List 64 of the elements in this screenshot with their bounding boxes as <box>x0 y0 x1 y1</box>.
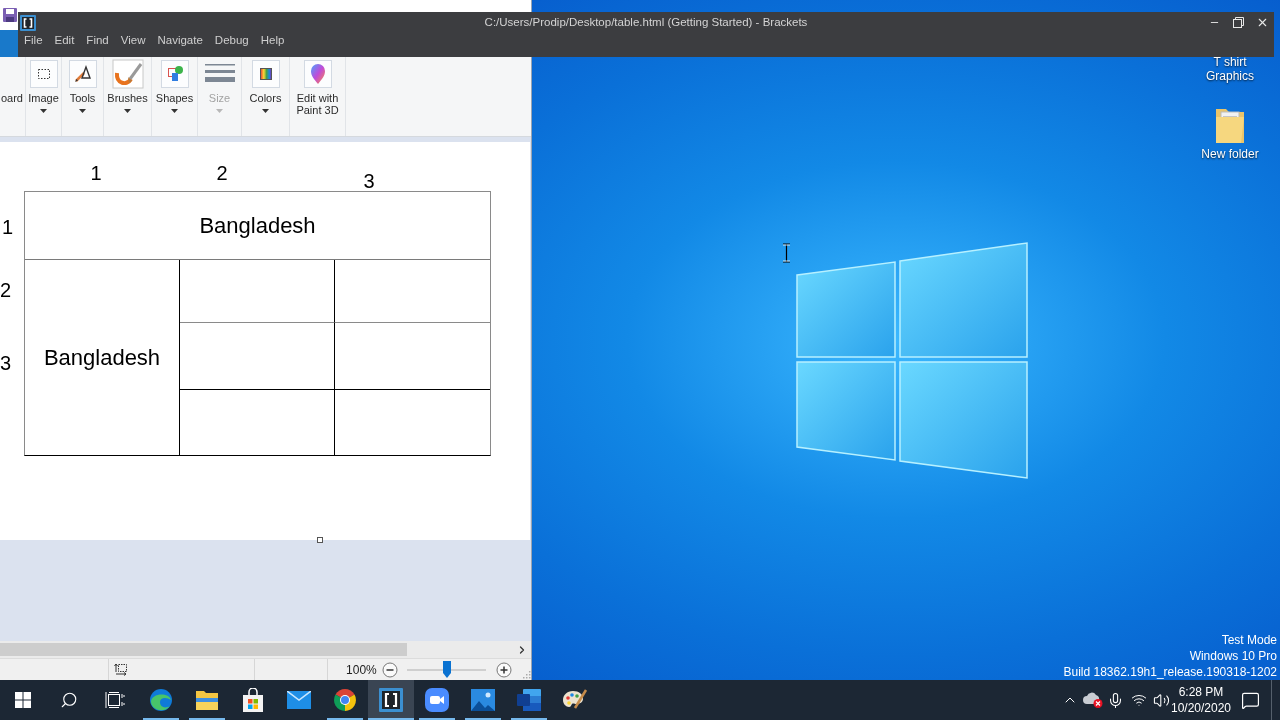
shopping-bag-icon <box>242 688 264 712</box>
video-camera-icon <box>425 688 449 712</box>
zoom-level-text: 100% <box>346 661 377 679</box>
ribbon-button[interactable]: Tools <box>62 57 104 136</box>
menu-item[interactable]: View <box>120 32 146 50</box>
paint-drop-icon <box>303 60 332 88</box>
tricolor-circle-icon <box>333 688 357 712</box>
wifi-icon <box>1130 692 1147 708</box>
ribbon-button[interactable]: oard <box>0 57 26 136</box>
dashed-rectangle-icon <box>29 60 58 88</box>
speaker-icon <box>1153 691 1170 709</box>
menu-item[interactable]: Navigate <box>157 32 203 50</box>
table-cell: Bangladesh <box>25 192 490 260</box>
ribbon-button[interactable]: Shapes <box>152 57 198 136</box>
search-icon <box>60 691 78 709</box>
color-swatch-icon <box>251 60 280 88</box>
scrollbar-thumb[interactable] <box>0 643 407 656</box>
ribbon-button[interactable]: Edit with Paint 3D <box>290 57 346 136</box>
zoom-out-button[interactable] <box>380 660 399 679</box>
watermark-text: Windows 10 Pro <box>1189 648 1277 664</box>
zoom-in-button[interactable] <box>495 660 514 679</box>
taskbar-button[interactable] <box>368 680 414 720</box>
mountain-picture-icon <box>471 689 495 711</box>
menu-item[interactable]: Edit <box>54 32 75 50</box>
row-number: 1 <box>2 215 14 239</box>
table-cell: Bangladesh <box>25 260 180 455</box>
microphone-icon <box>1107 691 1124 709</box>
task-view-icon <box>105 692 125 708</box>
envelope-icon <box>287 691 311 709</box>
speech-bubble-icon <box>1240 690 1260 710</box>
restore-icon <box>1232 17 1244 28</box>
menu-item[interactable]: File <box>24 32 43 50</box>
folder-icon <box>195 689 219 711</box>
shapes-icon <box>160 60 189 88</box>
desktop-icon-label[interactable]: T shirt Graphics <box>1197 55 1263 83</box>
column-number: 2 <box>215 161 229 185</box>
document-tile-icon <box>517 689 541 711</box>
resize-handle[interactable] <box>317 537 323 543</box>
desktop-icon-label[interactable]: New folder <box>1197 147 1263 161</box>
ribbon-button[interactable]: Colors <box>242 57 290 136</box>
bracket-logo-icon <box>20 14 36 31</box>
resize-grip-icon[interactable] <box>523 671 531 679</box>
menu-item[interactable]: Debug <box>214 32 249 50</box>
watermark-text: Build 18362.19h1_release.190318-1202 <box>1063 664 1277 680</box>
horizontal-scrollbar[interactable] <box>0 641 531 658</box>
clock[interactable]: 6:28 PM 10/20/2020 <box>1173 680 1229 720</box>
swirl-globe-icon <box>149 688 173 712</box>
row-number: 2 <box>0 278 12 302</box>
column-number: 3 <box>362 169 376 193</box>
window-title: C:/Users/Prodip/Desktop/table.html (Getting Started) - Brackets <box>484 14 808 30</box>
ribbon-button[interactable]: Brushes <box>104 57 152 136</box>
watermark-text: Test Mode <box>1221 632 1277 648</box>
windows-logo-icon <box>15 692 31 708</box>
cloud-error-icon <box>1082 692 1103 708</box>
zoom-slider-thumb[interactable] <box>442 660 451 678</box>
ribbon-button[interactable]: Image <box>26 57 62 136</box>
bracket-logo-icon <box>379 688 403 712</box>
selection-size-icon <box>114 663 129 676</box>
column-number: 1 <box>89 161 103 185</box>
menu-item[interactable]: Find <box>86 32 109 50</box>
pencil-icon <box>68 60 97 88</box>
menu-item[interactable]: Help <box>260 32 285 50</box>
row-number: 3 <box>0 351 12 375</box>
text-cursor-icon <box>782 243 791 263</box>
